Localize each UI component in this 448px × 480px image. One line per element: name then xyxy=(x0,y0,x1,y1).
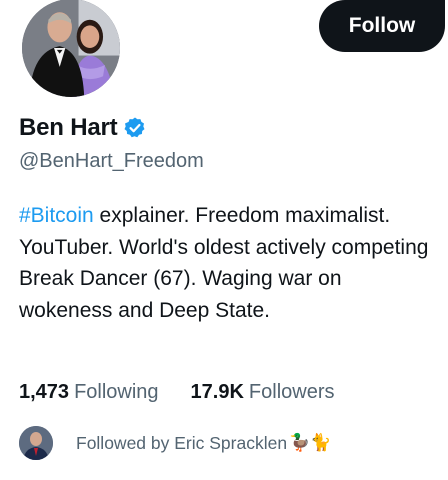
followers-label: Followers xyxy=(248,381,335,403)
profile-handle: @BenHart_Freedom xyxy=(19,150,204,172)
following-count: 1,473 xyxy=(19,381,70,403)
followed-by-emojis: 🦆🐈 xyxy=(289,433,332,453)
followers-link[interactable]: 17.9K Followers xyxy=(191,381,335,404)
follower-avatar[interactable] xyxy=(19,426,53,460)
profile-avatar[interactable] xyxy=(19,0,123,100)
profile-bio: #Bitcoin explainer. Freedom maximalist. … xyxy=(19,200,439,326)
profile-name-row: Ben Hart xyxy=(19,114,147,142)
bio-hashtag-link[interactable]: #Bitcoin xyxy=(19,204,94,227)
followed-by-text: Followed by Eric Spracklen xyxy=(76,432,288,453)
followers-count: 17.9K xyxy=(190,381,244,403)
following-label: Following xyxy=(74,381,159,403)
profile-stats: 1,473 Following 17.9K Followers xyxy=(19,381,335,404)
followed-by-row[interactable]: Followed by Eric Spracklen 🦆🐈 xyxy=(19,426,331,460)
follower-photo xyxy=(19,426,53,460)
following-link[interactable]: 1,473 Following xyxy=(19,381,159,404)
verified-badge-icon[interactable] xyxy=(123,116,147,140)
profile-name: Ben Hart xyxy=(19,114,118,141)
follow-button[interactable]: Follow xyxy=(319,0,445,52)
profile-photo xyxy=(22,0,120,97)
